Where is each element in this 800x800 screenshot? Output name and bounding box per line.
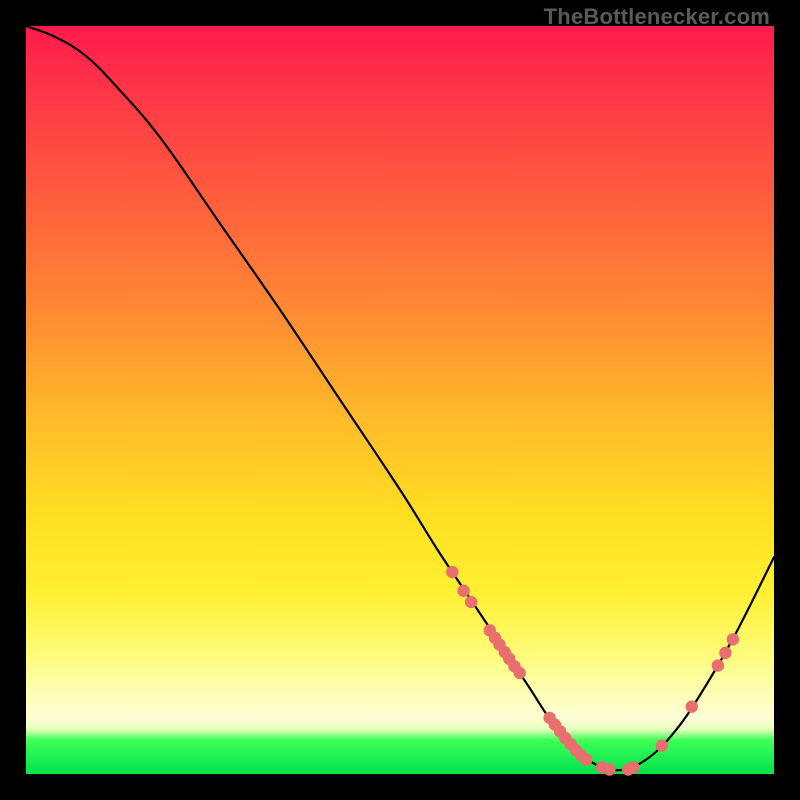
data-marker	[603, 763, 615, 775]
data-marker	[712, 659, 724, 671]
data-marker	[513, 667, 525, 679]
data-marker	[686, 700, 698, 712]
data-marker	[656, 739, 668, 751]
data-marker	[580, 754, 592, 766]
data-marker	[719, 647, 731, 659]
chart-svg	[26, 26, 774, 774]
chart-frame	[26, 26, 774, 774]
data-marker	[446, 566, 458, 578]
data-marker	[465, 596, 477, 608]
data-marker	[727, 633, 739, 645]
data-marker	[627, 761, 639, 773]
data-marker	[457, 585, 469, 597]
bottleneck-curve	[26, 26, 774, 770]
data-markers	[446, 566, 739, 776]
watermark-text: TheBottlenecker.com	[544, 4, 770, 30]
